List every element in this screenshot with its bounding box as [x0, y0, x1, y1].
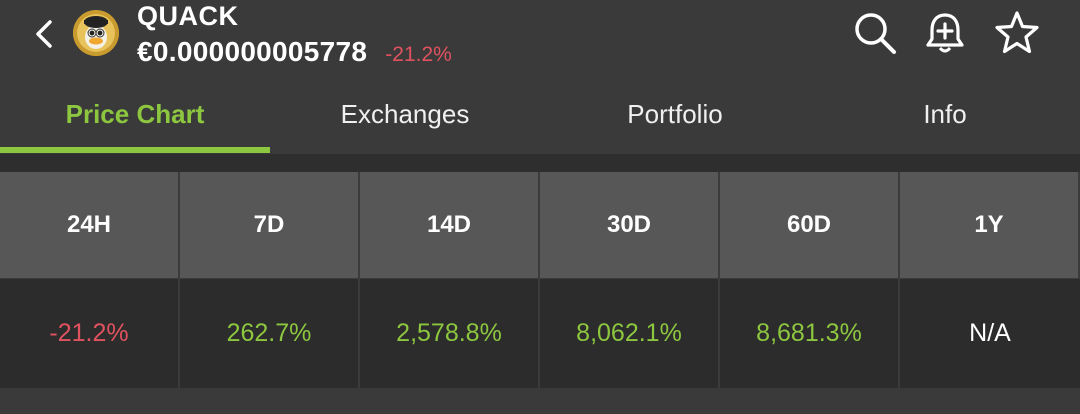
- app-header: QUACK €0.000000005778 -21.2%: [0, 0, 1080, 76]
- back-button[interactable]: [24, 14, 64, 54]
- performance-table: 24H 7D 14D 30D 60D 1Y -21.2% 262.7% 2,57…: [0, 172, 1080, 388]
- price-change: -21.2%: [385, 43, 452, 66]
- coin-symbol: QUACK: [137, 1, 239, 31]
- favorite-button[interactable]: [992, 8, 1042, 58]
- tab-info[interactable]: Info: [810, 76, 1080, 152]
- tab-price-chart[interactable]: Price Chart: [0, 76, 270, 152]
- add-alert-button[interactable]: [920, 8, 970, 58]
- coin-avatar: [73, 10, 119, 56]
- period-change-value: 262.7%: [180, 279, 360, 388]
- period-change-value: 2,578.8%: [360, 279, 540, 388]
- star-icon: [995, 11, 1039, 54]
- chevron-left-icon: [36, 20, 52, 48]
- period-header: 1Y: [900, 172, 1080, 279]
- period-header: 7D: [180, 172, 360, 279]
- search-button[interactable]: [850, 8, 900, 58]
- period-change-value: 8,062.1%: [540, 279, 720, 388]
- period-header: 30D: [540, 172, 720, 279]
- period-change-value: -21.2%: [0, 279, 180, 388]
- price-row: €0.000000005778 -21.2%: [137, 36, 452, 70]
- divider: [0, 154, 1080, 172]
- period-header: 24H: [0, 172, 180, 279]
- bell-plus-icon: [926, 13, 964, 53]
- tab-bar: Price Chart Exchanges Portfolio Info: [0, 76, 1080, 155]
- content-area: [0, 388, 1080, 414]
- tab-portfolio[interactable]: Portfolio: [540, 76, 810, 152]
- search-icon: [855, 13, 896, 54]
- coin-price: €0.000000005778: [137, 36, 368, 67]
- period-change-value: N/A: [900, 279, 1080, 388]
- active-tab-indicator: [0, 147, 270, 153]
- period-header: 14D: [360, 172, 540, 279]
- period-header: 60D: [720, 172, 900, 279]
- period-change-value: 8,681.3%: [720, 279, 900, 388]
- tab-exchanges[interactable]: Exchanges: [270, 76, 540, 152]
